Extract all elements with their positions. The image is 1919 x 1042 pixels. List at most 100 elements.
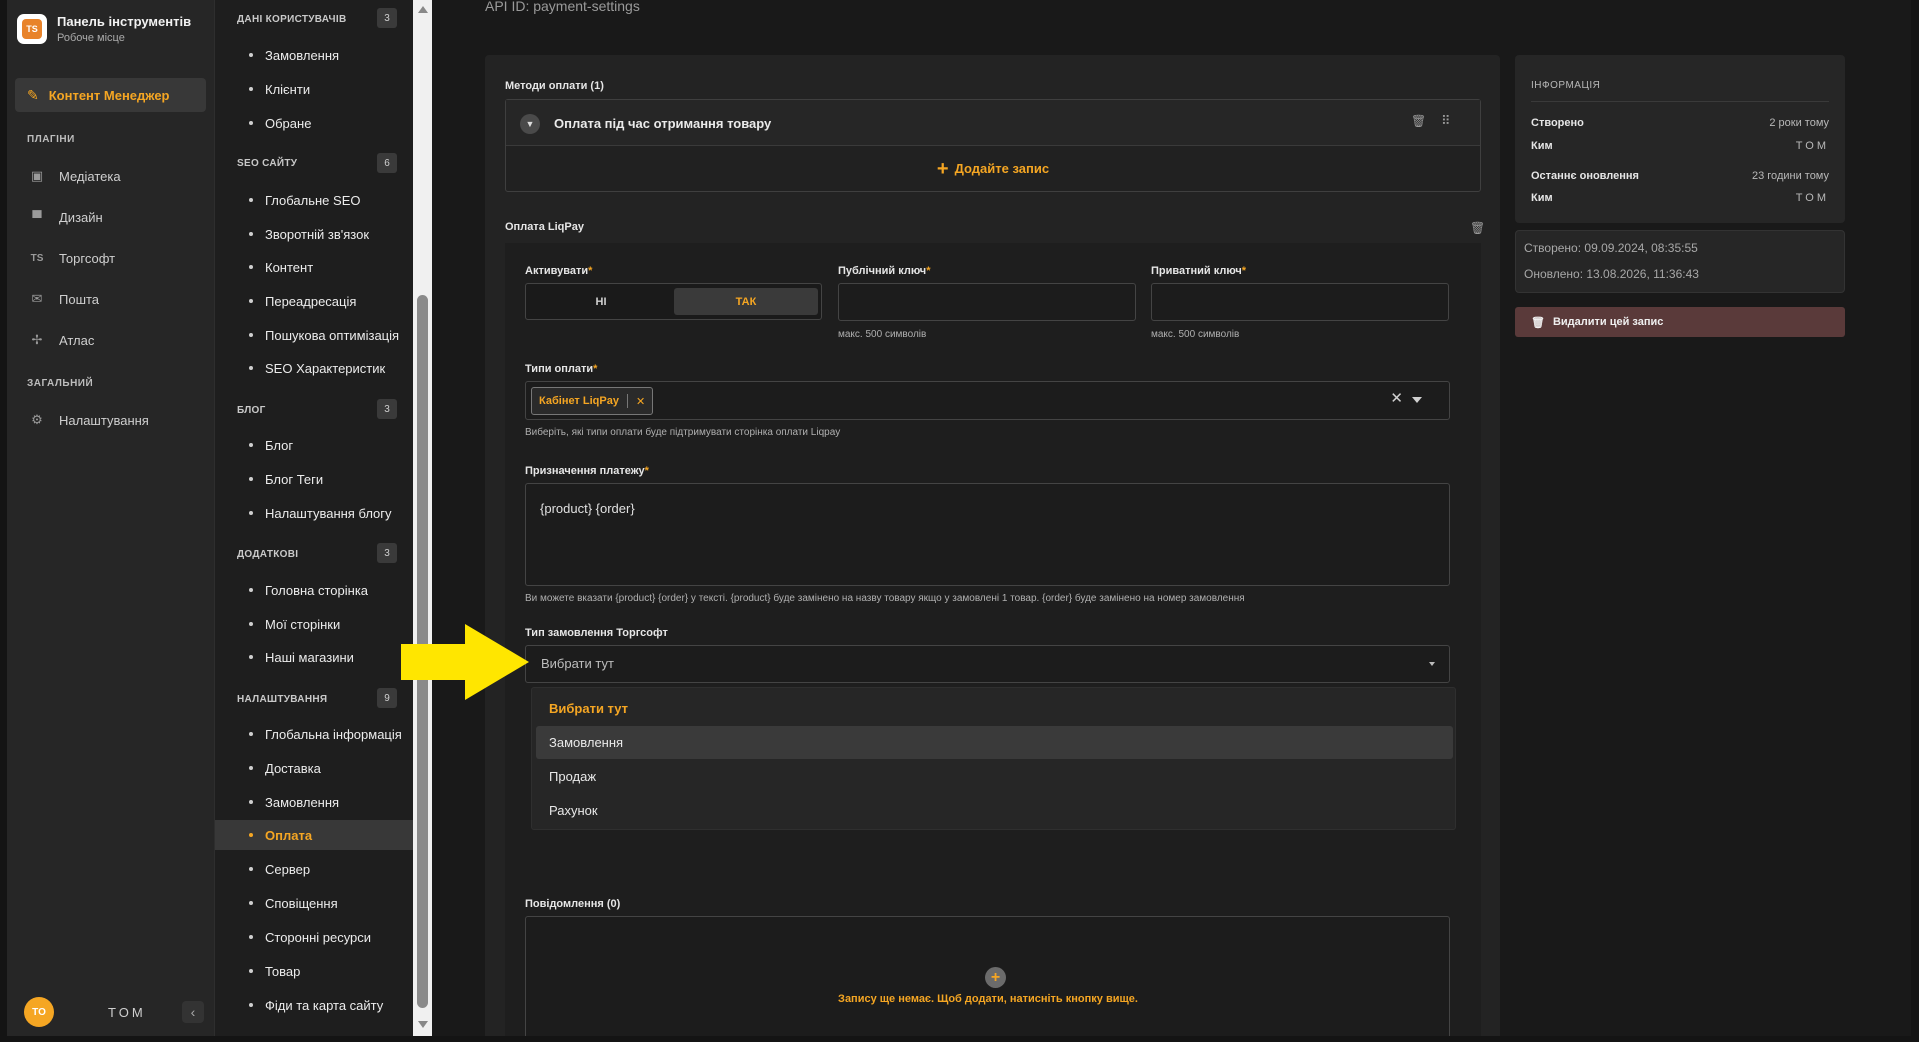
app-window: TS Панель інструментів Робоче місце ✎ Ко… (0, 0, 1919, 1042)
nav-link[interactable]: Наші магазини (215, 642, 413, 672)
nav-link[interactable]: Обране (215, 108, 413, 138)
payment-types-help: Виберіть, які типи оплати буде підтримув… (525, 427, 841, 438)
sidebar-item-torgsoft[interactable]: TS Торгсофт (27, 248, 115, 268)
info-updated-label: Останнє оновлення (1531, 170, 1639, 182)
purpose-textarea[interactable]: {product} {order} (525, 483, 1450, 586)
plus-icon: + (936, 157, 949, 180)
sidebar-item-mail[interactable]: ✉ Пошта (27, 289, 100, 309)
scroll-up-icon[interactable] (418, 6, 428, 13)
nav-link[interactable]: Замовлення (215, 787, 413, 817)
nav-link[interactable]: Доставка (215, 753, 413, 783)
nav-link[interactable]: Пошукова оптимізація (215, 320, 413, 350)
activate-toggle[interactable]: НІ ТАК (525, 283, 822, 320)
nav-link[interactable]: Сторонні ресурси (215, 922, 413, 952)
nav-link[interactable]: Налаштування блогу (215, 498, 413, 528)
group-count-badge: 6 (377, 153, 397, 173)
bullet (249, 198, 253, 202)
sidebar-item-label: Торгсофт (59, 250, 116, 266)
group-label: ДАНІ КОРИСТУВАЧІВ (237, 14, 347, 25)
edit-form-panel: Методи оплати (1) ▼ Оплата під час отрим… (485, 55, 1500, 1042)
chevron-down-icon[interactable] (1412, 397, 1422, 403)
trash-icon[interactable]: 🗑 (1411, 114, 1426, 128)
private-key-input[interactable] (1151, 283, 1449, 321)
payment-types-label-text: Типи оплати (525, 363, 594, 375)
order-type-select[interactable]: Вибрати тут (525, 645, 1450, 683)
nav-link[interactable]: SEO Характеристик (215, 353, 413, 383)
public-key-input[interactable] (838, 283, 1136, 321)
info-heading: ІНФОРМАЦІЯ (1531, 80, 1601, 91)
bullet (249, 333, 253, 337)
group-label: БЛОГ (237, 405, 266, 416)
nav-link-label: Контент (265, 259, 314, 275)
nav-link-label: Оплата (265, 827, 313, 843)
nav-link[interactable]: Блог Теги (215, 464, 413, 494)
payment-types-select[interactable]: Кабінет LiqPay ✕ ✕ (525, 381, 1450, 420)
bullet (249, 867, 253, 871)
nav-link-active[interactable]: Оплата (215, 820, 413, 850)
required-mark: * (644, 465, 649, 477)
sidebar-item-settings[interactable]: ⚙ Налаштування (27, 410, 149, 430)
sidebar-item-atlas[interactable]: ✢ Атлас (27, 330, 95, 350)
chevron-left-icon[interactable]: ‹ (182, 1001, 204, 1023)
toggle-option-no[interactable]: НІ (530, 288, 672, 315)
user-profile[interactable]: TO TOM (24, 997, 146, 1027)
dropdown-option-highlighted[interactable]: Замовлення (536, 726, 1453, 759)
user-name: TOM (108, 1004, 146, 1020)
scroll-down-icon[interactable] (418, 1021, 428, 1028)
updated-timestamp: Оновлено: 13.08.2026, 11:36:43 (1524, 267, 1699, 281)
drag-handle-icon[interactable]: ⠿ (1441, 113, 1451, 129)
required-mark: * (926, 265, 931, 277)
content-manager-button[interactable]: ✎ Контент Менеджер (15, 78, 206, 112)
nav-link-label: Переадресація (265, 293, 357, 309)
window-frame-left (0, 0, 7, 1042)
delete-record-button[interactable]: 🗑 Видалити цей запис (1515, 307, 1845, 337)
add-circle-icon[interactable]: + (985, 967, 1006, 988)
group-label: ДОДАТКОВІ (237, 549, 299, 560)
nav-link[interactable]: Сповіщення (215, 888, 413, 918)
nav-link[interactable]: Клієнти (215, 74, 413, 104)
sidebar-item-design[interactable]: ▀ Дизайн (27, 207, 103, 227)
nav-link[interactable]: Переадресація (215, 286, 413, 316)
info-who2-label: Ким (1531, 192, 1553, 204)
sidebar-item-media[interactable]: ▣ Медіатека (27, 166, 121, 186)
nav-link[interactable]: Глобальне SEO (215, 185, 413, 215)
nav-link[interactable]: Замовлення (215, 40, 413, 70)
sidebar-item-label: Дизайн (59, 209, 103, 225)
add-record-button[interactable]: + Додайте запис (506, 146, 1480, 191)
order-type-dropdown-menu: Вибрати тут Замовлення Продаж Рахунок (531, 687, 1456, 830)
messages-empty-box: + Запису ще немає. Щоб додати, натисніть… (525, 916, 1450, 1042)
nav-link[interactable]: Мої сторінки (215, 609, 413, 639)
clear-icon[interactable]: ✕ (1390, 389, 1403, 407)
nav-link[interactable]: Фіди та карта сайту (215, 990, 413, 1020)
private-key-label: Приватний ключ* (1151, 265, 1246, 277)
dropdown-option[interactable]: Вибрати тут (536, 692, 1453, 725)
content-nav: ДАНІ КОРИСТУВАЧІВ 3 Замовлення Клієнти О… (215, 0, 413, 1036)
trash-icon[interactable]: 🗑 (1470, 221, 1485, 235)
dropdown-option[interactable]: Рахунок (536, 794, 1453, 827)
nav-link[interactable]: Контент (215, 252, 413, 282)
add-record-label: Додайте запис (954, 161, 1050, 176)
payment-method-item[interactable]: ▼ Оплата під час отримання товару 🗑 ⠿ (506, 100, 1480, 146)
close-icon[interactable]: ✕ (636, 395, 645, 408)
bullet (249, 443, 253, 447)
nav-link[interactable]: Головна сторінка (215, 575, 413, 605)
nav-link-label: Мої сторінки (265, 616, 341, 632)
nav-link[interactable]: Глобальна інформація (215, 719, 413, 749)
chevron-down-icon[interactable]: ▼ (520, 114, 540, 134)
logo-mark: TS (22, 19, 42, 39)
caret-down-icon (1429, 662, 1435, 666)
ts-icon: TS (30, 252, 44, 264)
nav-link[interactable]: Блог (215, 430, 413, 460)
nav-link[interactable]: Товар (215, 956, 413, 986)
nav-link[interactable]: Сервер (215, 854, 413, 884)
brand[interactable]: TS Панель інструментів Робоче місце (17, 14, 191, 44)
dropdown-option[interactable]: Продаж (536, 760, 1453, 793)
sidebar-item-label: Медіатека (59, 168, 121, 184)
bullet (249, 833, 253, 837)
toggle-option-yes[interactable]: ТАК (674, 288, 818, 315)
required-mark: * (588, 265, 593, 277)
scrollbar[interactable] (413, 0, 432, 1036)
nav-link[interactable]: Зворотній зв'язок (215, 219, 413, 249)
bullet (249, 766, 253, 770)
bullet (249, 732, 253, 736)
